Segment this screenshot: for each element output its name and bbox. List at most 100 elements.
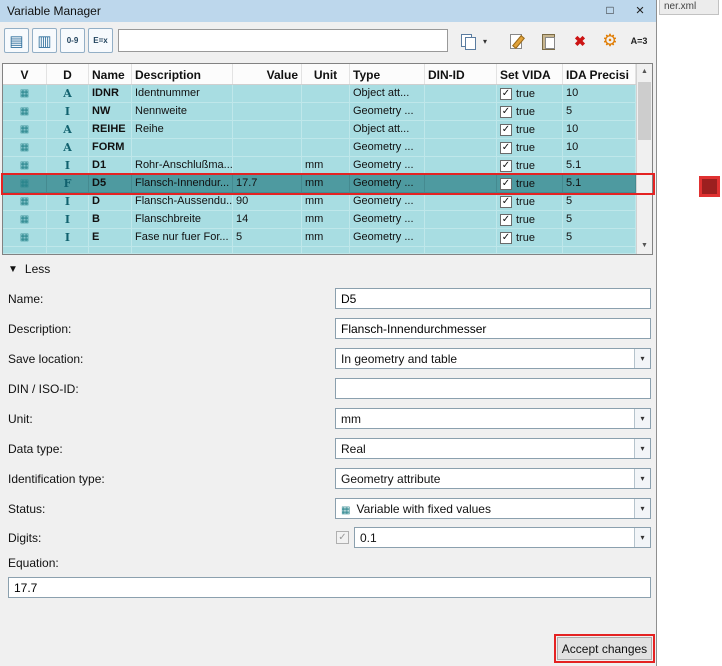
column-view-icon: ▥ — [37, 32, 52, 50]
status-select[interactable]: ▦ Variable with fixed values ▾ — [335, 498, 651, 519]
cell-precision: 10 — [563, 85, 636, 103]
scrollbar-thumb[interactable] — [638, 82, 651, 140]
cell-value — [233, 121, 302, 139]
copy-button[interactable] — [458, 31, 478, 51]
edit-icon — [508, 33, 524, 49]
settings-button[interactable]: ⚙ — [600, 31, 620, 51]
close-button[interactable]: × — [625, 0, 655, 22]
status-label: Status: — [8, 502, 46, 516]
cell-type: Object att... — [350, 121, 425, 139]
table-row[interactable]: ▦ I D1 Rohr-Anschlußma... mm Geometry ..… — [3, 157, 636, 175]
table-row[interactable]: ▦ A REIHE Reihe Object att... ✓ true 10 — [3, 121, 636, 139]
status-value: Variable with fixed values — [356, 502, 491, 516]
dropdown-arrow-icon[interactable]: ▾ — [634, 439, 650, 458]
column-header-type[interactable]: Type — [350, 64, 425, 84]
set-vida-checkbox[interactable]: ✓ — [500, 159, 512, 172]
cell-unit: mm — [302, 157, 350, 175]
column-header-v[interactable]: V — [3, 64, 47, 84]
column-header-description[interactable]: Description — [132, 64, 233, 84]
dropdown-arrow-icon[interactable]: ▾ — [634, 409, 650, 428]
column-header-precision[interactable]: IDA Precisi — [563, 64, 636, 84]
assign-value-button[interactable]: A=3 — [629, 31, 649, 51]
dropdown-arrow-icon[interactable]: ▾ — [634, 469, 650, 488]
data-type-value: Real — [341, 442, 366, 456]
column-header-d[interactable]: D — [47, 64, 89, 84]
column-header-set-vida[interactable]: Set VIDA — [497, 64, 563, 84]
scroll-down-icon[interactable]: ▼ — [637, 238, 652, 254]
column-header-unit[interactable]: Unit — [302, 64, 350, 84]
formula-filter-button[interactable]: E=x — [88, 28, 113, 53]
set-vida-label: true — [516, 231, 535, 244]
equation-field[interactable] — [8, 577, 651, 598]
table-row[interactable]: ▦ F D5 Flansch-Innendur... 17.7 mm Geome… — [3, 175, 636, 193]
background-app-strip: ner.xml — [657, 0, 722, 666]
table-row[interactable]: ▦ A IDNR Identnummer Object att... ✓ tru… — [3, 85, 636, 103]
set-vida-checkbox[interactable]: ✓ — [500, 213, 512, 226]
cell-value — [233, 139, 302, 157]
column-header-din-id[interactable]: DIN-ID — [425, 64, 497, 84]
table-row[interactable]: ▦ I NW Nennweite Geometry ... ✓ true 5 — [3, 103, 636, 121]
numeric-filter-icon: 0-9 — [66, 36, 79, 45]
toolbar: ▤ ▥ 0-9 E=x ▾ ✖ ⚙ A=3 — [0, 22, 656, 60]
set-vida-checkbox[interactable]: ✓ — [500, 231, 512, 244]
description-field[interactable] — [335, 318, 651, 339]
digits-select[interactable]: 0.1 ▾ — [354, 527, 651, 548]
filter-input[interactable] — [118, 29, 448, 52]
background-file-tab[interactable]: ner.xml — [659, 0, 719, 15]
din-iso-id-field[interactable] — [335, 378, 651, 399]
less-expander[interactable]: ▼ Less — [8, 262, 50, 276]
set-vida-checkbox[interactable]: ✓ — [500, 105, 512, 118]
paste-button[interactable] — [538, 31, 558, 51]
cell-description — [132, 139, 233, 157]
numeric-filter-button[interactable]: 0-9 — [60, 28, 85, 53]
table-row[interactable]: ▦ I B Flanschbreite 14 mm Geometry ... ✓… — [3, 211, 636, 229]
description-label: Description: — [8, 322, 72, 336]
table-view-button[interactable]: ▥ — [32, 28, 57, 53]
variable-type-icon: ▦ — [19, 232, 30, 243]
name-field[interactable] — [335, 288, 651, 309]
save-location-select[interactable]: In geometry and table ▾ — [335, 348, 651, 369]
set-vida-checkbox[interactable]: ✓ — [500, 177, 512, 190]
cell-value — [233, 247, 302, 254]
data-type-letter-icon: I — [64, 231, 71, 244]
variable-type-icon: ▦ — [19, 106, 30, 117]
cell-unit: mm — [302, 211, 350, 229]
title-bar[interactable]: Variable Manager □ × — [0, 0, 656, 22]
cell-set-vida: ✓ true — [497, 175, 563, 193]
accept-changes-button[interactable]: Accept changes — [557, 637, 652, 660]
identification-type-select[interactable]: Geometry attribute ▾ — [335, 468, 651, 489]
table-row[interactable]: ▦ A FORM Geometry ... ✓ true 10 — [3, 139, 636, 157]
digits-checkbox[interactable]: ✓ — [336, 531, 349, 544]
set-vida-checkbox[interactable]: ✓ — [500, 141, 512, 154]
column-header-name[interactable]: Name — [89, 64, 132, 84]
scroll-up-icon[interactable]: ▲ — [637, 64, 652, 80]
table-row[interactable]: ▦ I D Flansch-Aussendu... 90 mm Geometry… — [3, 193, 636, 211]
maximize-button[interactable]: □ — [595, 0, 625, 22]
cell-name: E — [89, 229, 132, 247]
copy-dropdown-arrow[interactable]: ▾ — [479, 31, 491, 51]
data-type-select[interactable]: Real ▾ — [335, 438, 651, 459]
list-view-icon: ▤ — [9, 32, 24, 50]
din-iso-id-label: DIN / ISO-ID: — [8, 382, 79, 396]
cell-value: 5 — [233, 229, 302, 247]
delete-button[interactable]: ✖ — [570, 31, 590, 51]
variable-type-icon: ▦ — [19, 88, 30, 99]
cell-set-vida: ✓ true — [497, 139, 563, 157]
variable-list-view-button[interactable]: ▤ — [4, 28, 29, 53]
table-row[interactable]: ▦ I E Fase nur fuer For... 5 mm Geometry… — [3, 229, 636, 247]
data-type-letter-icon: I — [64, 213, 71, 226]
cell-precision: 5 — [563, 229, 636, 247]
dropdown-arrow-icon[interactable]: ▾ — [634, 349, 650, 368]
data-type-letter-icon: A — [63, 141, 72, 154]
cell-set-vida: ✓ true — [497, 121, 563, 139]
set-vida-checkbox[interactable]: ✓ — [500, 123, 512, 136]
dropdown-arrow-icon[interactable]: ▾ — [634, 528, 650, 547]
set-vida-checkbox[interactable]: ✓ — [500, 195, 512, 208]
unit-select[interactable]: mm ▾ — [335, 408, 651, 429]
edit-button[interactable] — [506, 31, 526, 51]
table-scrollbar[interactable]: ▲ ▼ — [636, 64, 652, 254]
table-row[interactable] — [3, 247, 636, 254]
set-vida-checkbox[interactable]: ✓ — [500, 87, 512, 100]
column-header-value[interactable]: Value — [233, 64, 302, 84]
dropdown-arrow-icon[interactable]: ▾ — [634, 499, 650, 518]
